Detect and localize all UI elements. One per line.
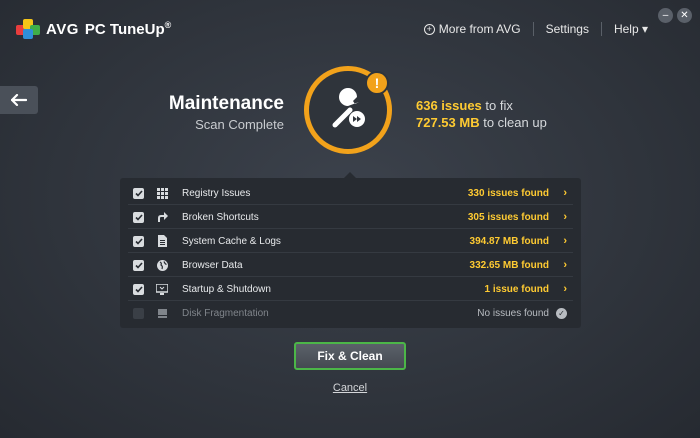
defrag-value: No issues found bbox=[477, 307, 549, 319]
app-logo: AVG PC TuneUp® bbox=[16, 19, 171, 39]
wrench-icon bbox=[332, 88, 365, 128]
more-from-avg-link[interactable]: + More from AVG bbox=[412, 22, 533, 36]
browser-value: 332.65 MB found bbox=[469, 259, 549, 271]
registry-value: 330 issues found bbox=[467, 187, 549, 199]
page-title: Maintenance bbox=[168, 93, 284, 114]
grid-icon bbox=[156, 187, 168, 199]
help-menu[interactable]: Help ▾ bbox=[602, 22, 660, 36]
size-label: to clean up bbox=[483, 115, 547, 130]
result-row-startup[interactable]: Startup & Shutdown 1 issue found › bbox=[120, 277, 581, 301]
alert-badge-icon: ! bbox=[365, 71, 389, 95]
registry-label: Registry Issues bbox=[182, 187, 251, 199]
browser-label: Browser Data bbox=[182, 259, 243, 271]
shortcuts-label: Broken Shortcuts bbox=[182, 211, 259, 223]
cancel-container: Cancel bbox=[0, 378, 700, 396]
result-row-defrag: Disk Fragmentation No issues found ✓ bbox=[120, 301, 581, 325]
product-name: PC TuneUp® bbox=[84, 20, 172, 38]
chevron-right-icon[interactable]: › bbox=[563, 259, 567, 271]
size-count: 727.53 MB bbox=[416, 115, 480, 130]
shortcuts-checkbox[interactable] bbox=[133, 211, 144, 223]
cancel-link[interactable]: Cancel bbox=[333, 382, 367, 394]
top-nav: + More from AVG Settings Help ▾ bbox=[412, 22, 660, 36]
startup-value: 1 issue found bbox=[484, 283, 549, 295]
page-subtitle: Scan Complete bbox=[195, 117, 284, 132]
settings-link[interactable]: Settings bbox=[534, 22, 601, 36]
defrag-checkbox[interactable] bbox=[133, 307, 144, 319]
brand-name: AVG bbox=[46, 20, 79, 38]
browser-checkbox[interactable] bbox=[133, 259, 144, 271]
results-panel: Registry Issues 330 issues found › Broke… bbox=[120, 178, 581, 328]
shortcut-arrow-icon bbox=[156, 211, 168, 223]
minimize-button[interactable]: – bbox=[658, 8, 673, 23]
chevron-right-icon[interactable]: › bbox=[563, 211, 567, 223]
result-row-browser[interactable]: Browser Data 332.65 MB found › bbox=[120, 253, 581, 277]
globe-icon bbox=[156, 259, 168, 271]
more-from-avg-label: More from AVG bbox=[438, 22, 521, 36]
result-row-cache[interactable]: System Cache & Logs 394.87 MB found › bbox=[120, 229, 581, 253]
issues-summary: 636 issues to fix bbox=[416, 97, 547, 114]
cache-value: 394.87 MB found bbox=[469, 235, 549, 247]
size-summary: 727.53 MB to clean up bbox=[416, 114, 547, 131]
result-row-shortcuts[interactable]: Broken Shortcuts 305 issues found › bbox=[120, 205, 581, 229]
defrag-label: Disk Fragmentation bbox=[182, 307, 269, 319]
cache-checkbox[interactable] bbox=[133, 235, 144, 247]
check-circle-icon: ✓ bbox=[556, 307, 567, 319]
registry-checkbox[interactable] bbox=[133, 187, 144, 199]
back-button[interactable] bbox=[0, 86, 38, 114]
back-arrow-icon bbox=[11, 94, 27, 106]
fix-and-clean-button[interactable]: Fix & Clean bbox=[294, 342, 406, 370]
plus-circle-icon: + bbox=[423, 23, 435, 35]
monitor-icon bbox=[156, 283, 168, 295]
cache-files-icon bbox=[156, 235, 168, 247]
result-row-registry[interactable]: Registry Issues 330 issues found › bbox=[120, 181, 581, 205]
chevron-right-icon[interactable]: › bbox=[563, 235, 567, 247]
avg-logo-icon bbox=[16, 19, 42, 39]
scan-summary: 636 issues to fix 727.53 MB to clean up bbox=[416, 97, 547, 131]
cache-label: System Cache & Logs bbox=[182, 235, 281, 247]
close-button[interactable]: ✕ bbox=[677, 8, 692, 23]
chevron-right-icon[interactable]: › bbox=[563, 187, 567, 199]
shortcuts-value: 305 issues found bbox=[467, 211, 549, 223]
startup-label: Startup & Shutdown bbox=[182, 283, 271, 295]
startup-checkbox[interactable] bbox=[133, 283, 144, 295]
disk-icon bbox=[156, 307, 168, 319]
issues-label: to fix bbox=[485, 98, 513, 113]
title-bar: AVG PC TuneUp® + More from AVG Settings … bbox=[0, 0, 700, 60]
issues-count: 636 issues bbox=[416, 98, 482, 113]
header-title-block: Maintenance Scan Complete bbox=[169, 93, 284, 132]
chevron-right-icon[interactable]: › bbox=[563, 283, 567, 295]
